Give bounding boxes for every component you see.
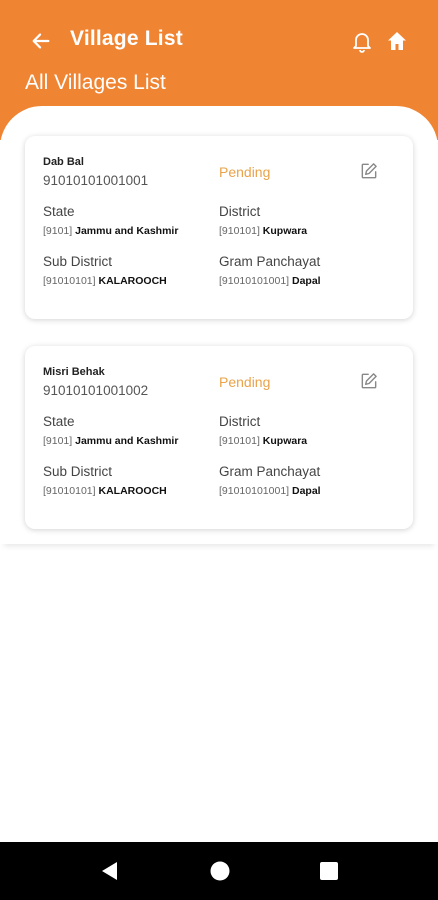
panchayat-name: Dapal: [292, 485, 321, 497]
nav-recents-button[interactable]: [318, 860, 340, 882]
edit-button[interactable]: [359, 371, 381, 393]
village-card[interactable]: Misri Behak 91010101001002 Pending State…: [25, 346, 413, 529]
nav-recents-icon: [320, 862, 338, 880]
subdistrict-name: KALAROOCH: [98, 275, 167, 287]
village-code: 91010101001001: [43, 173, 149, 188]
home-icon: [388, 32, 406, 50]
state-code: [9101]: [43, 225, 73, 237]
subdistrict-code: [91010101]: [43, 275, 96, 287]
system-nav-bar: [0, 842, 438, 900]
edit-button[interactable]: [359, 161, 381, 183]
district-name: Kupwara: [262, 225, 308, 237]
panchayat-code: [91010101001]: [219, 485, 290, 497]
district-code: [910101]: [219, 225, 260, 237]
panchayat-label: Gram Panchayat: [219, 464, 321, 479]
nav-home-button[interactable]: [208, 859, 232, 883]
state-value: [9101] Jammu and Kashmir: [43, 225, 178, 237]
nav-home-icon: [210, 861, 230, 881]
village-name: Dab Bal: [43, 156, 84, 168]
state-code: [9101]: [43, 435, 73, 447]
village-name: Misri Behak: [43, 366, 105, 378]
panchayat-label: Gram Panchayat: [219, 254, 321, 269]
district-value: [910101] Kupwara: [219, 435, 307, 447]
district-name: Kupwara: [262, 435, 308, 447]
subdistrict-label: Sub District: [43, 464, 113, 479]
bell-icon: [353, 33, 371, 53]
panchayat-value: [91010101001] Dapal: [219, 485, 321, 497]
page-title: Village List: [70, 27, 183, 50]
list-subtitle: All Villages List: [25, 71, 166, 94]
state-name: Jammu and Kashmir: [75, 435, 179, 447]
state-name: Jammu and Kashmir: [75, 225, 179, 237]
district-label: District: [219, 204, 261, 219]
district-code: [910101]: [219, 435, 260, 447]
edit-icon: [361, 373, 377, 389]
subdistrict-code: [91010101]: [43, 485, 96, 497]
back-arrow-icon: [32, 33, 50, 49]
panchayat-name: Dapal: [292, 275, 321, 287]
state-value: [9101] Jammu and Kashmir: [43, 435, 178, 447]
back-button[interactable]: [28, 28, 54, 54]
status-badge: Pending: [219, 164, 271, 180]
state-label: State: [43, 204, 75, 219]
state-label: State: [43, 414, 75, 429]
status-badge: Pending: [219, 374, 271, 390]
subdistrict-value: [91010101] KALAROOCH: [43, 275, 167, 287]
village-code: 91010101001002: [43, 383, 149, 398]
village-card[interactable]: Dab Bal 91010101001001 Pending State [91…: [25, 136, 413, 319]
home-button[interactable]: [385, 29, 409, 53]
district-value: [910101] Kupwara: [219, 225, 307, 237]
panchayat-value: [91010101001] Dapal: [219, 275, 321, 287]
subdistrict-value: [91010101] KALAROOCH: [43, 485, 167, 497]
nav-back-icon: [102, 862, 117, 880]
edit-icon: [361, 163, 377, 179]
district-label: District: [219, 414, 261, 429]
nav-back-button[interactable]: [98, 859, 122, 883]
subdistrict-name: KALAROOCH: [98, 485, 167, 497]
village-list: Dab Bal 91010101001001 Pending State [91…: [0, 106, 438, 544]
notifications-button[interactable]: [350, 29, 374, 53]
subdistrict-label: Sub District: [43, 254, 113, 269]
panchayat-code: [91010101001]: [219, 275, 290, 287]
